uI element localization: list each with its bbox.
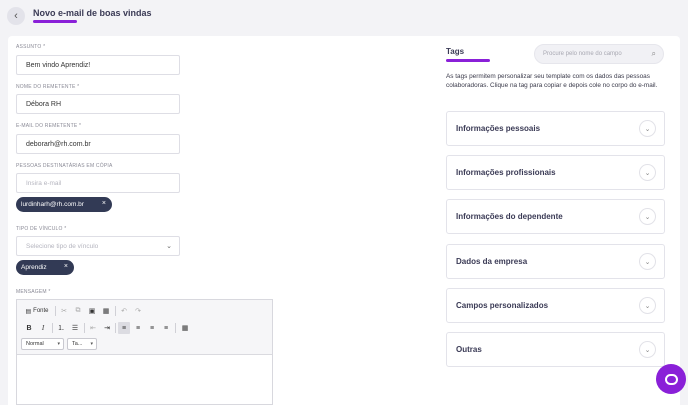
align-justify-icon[interactable]: ≡: [160, 322, 172, 334]
chevron-down-icon: ⌄: [639, 253, 656, 270]
table-icon[interactable]: ▦: [179, 322, 191, 334]
document-icon: ▤: [25, 308, 32, 315]
vinculo-chip: Aprendiz ×: [16, 260, 74, 275]
vinculo-placeholder: Selecione tipo de vínculo: [26, 242, 99, 250]
search-icon: ⌕: [651, 49, 656, 58]
copia-label: PESSOAS DESTINATÁRIAS EM CÓPIA: [16, 163, 113, 169]
redo-icon[interactable]: ↷: [132, 305, 144, 317]
chevron-left-icon: ‹: [14, 10, 18, 22]
tag-section-informacoes-pessoais[interactable]: Informações pessoais ⌄: [446, 111, 665, 146]
copia-chip: lurdinharh@rh.com.br ×: [16, 197, 112, 212]
align-left-icon[interactable]: ≡: [118, 322, 130, 334]
align-center-icon[interactable]: ≡: [132, 322, 144, 334]
caret-down-icon: ▾: [57, 341, 60, 347]
paste-text-icon[interactable]: ▦: [100, 305, 112, 317]
nome-remetente-input[interactable]: Débora RH: [16, 94, 180, 114]
italic-icon[interactable]: I: [37, 322, 49, 334]
tag-section-label: Dados da empresa: [456, 257, 528, 266]
tags-title: Tags: [446, 47, 465, 56]
toolbar-separator: [115, 306, 116, 316]
chevron-down-icon: ⌄: [639, 164, 656, 181]
tags-underline: [446, 59, 490, 62]
assunto-input[interactable]: Bem vindo Aprendiz!: [16, 55, 180, 75]
caret-down-icon: ▾: [90, 341, 93, 347]
assunto-label: ASSUNTO *: [16, 44, 46, 50]
tag-section-campos-personalizados[interactable]: Campos personalizados ⌄: [446, 288, 665, 323]
align-right-icon[interactable]: ≡: [146, 322, 158, 334]
toolbar-separator: [55, 306, 56, 316]
tag-search-input[interactable]: Procure pelo nome do campo ⌕: [534, 44, 664, 64]
bold-icon[interactable]: B: [23, 322, 35, 334]
tag-section-label: Informações profissionais: [456, 168, 556, 177]
tags-description: As tags permitem personalizar seu templa…: [446, 73, 658, 89]
size-select-value: Ta...: [72, 341, 83, 347]
outdent-icon[interactable]: ⇤: [87, 322, 99, 334]
mensagem-label: MENSAGEM *: [16, 289, 51, 295]
toolbar-separator: [52, 323, 53, 333]
chevron-down-icon: ⌄: [639, 120, 656, 137]
remove-chip-icon[interactable]: ×: [64, 263, 68, 270]
tag-section-label: Informações do dependente: [456, 212, 563, 221]
bulleted-list-icon[interactable]: ☰: [69, 322, 81, 334]
numbered-list-icon[interactable]: ⒈: [55, 322, 67, 334]
title-underline: [33, 20, 77, 23]
message-editor[interactable]: ▤ Fonte ✂ ⧉ ▣ ▦ ↶ ↷ B I ⒈ ☰ ⇤ ⇥ ≡ ≡ ≡ ≡ …: [16, 299, 273, 405]
chevron-down-icon: ⌄: [639, 208, 656, 225]
tag-section-outras[interactable]: Outras ⌄: [446, 332, 665, 367]
source-label: Fonte: [33, 308, 49, 314]
email-remetente-input[interactable]: deborarh@rh.com.br: [16, 134, 180, 154]
back-button[interactable]: ‹: [7, 7, 25, 25]
paste-icon[interactable]: ▣: [86, 305, 98, 317]
toolbar-separator: [84, 323, 85, 333]
chevron-down-icon: ⌄: [166, 243, 172, 250]
undo-icon[interactable]: ↶: [118, 305, 130, 317]
tag-section-informacoes-profissionais[interactable]: Informações profissionais ⌄: [446, 155, 665, 190]
format-select-value: Normal: [26, 341, 44, 347]
format-select[interactable]: Normal ▾: [21, 338, 64, 350]
editor-toolbar: ▤ Fonte ✂ ⧉ ▣ ▦ ↶ ↷ B I ⒈ ☰ ⇤ ⇥ ≡ ≡ ≡ ≡ …: [17, 300, 272, 355]
vinculo-select[interactable]: Selecione tipo de vínculo ⌄: [16, 236, 180, 256]
nome-remetente-label: NOME DO REMETENTE *: [16, 84, 80, 90]
copia-email-input[interactable]: Insira e-mail: [16, 173, 180, 193]
toolbar-separator: [175, 323, 176, 333]
chat-button[interactable]: [656, 364, 686, 394]
copy-icon[interactable]: ⧉: [72, 305, 84, 317]
chip-label: lurdinharh@rh.com.br: [21, 201, 84, 208]
toolbar-separator: [115, 323, 116, 333]
vinculo-label: TIPO DE VÍNCULO *: [16, 226, 67, 232]
size-select[interactable]: Ta... ▾: [67, 338, 97, 350]
tag-search-placeholder: Procure pelo nome do campo: [543, 51, 622, 57]
page-title: Novo e-mail de boas vindas: [33, 8, 152, 18]
tag-section-label: Outras: [456, 345, 482, 354]
tag-section-label: Informações pessoais: [456, 124, 541, 133]
page-header: ‹ Novo e-mail de boas vindas: [0, 0, 688, 34]
chevron-down-icon: ⌄: [639, 341, 656, 358]
cut-icon[interactable]: ✂: [58, 305, 70, 317]
chevron-down-icon: ⌄: [639, 297, 656, 314]
tag-section-informacoes-dependente[interactable]: Informações do dependente ⌄: [446, 199, 665, 234]
chat-bubble-icon: [664, 373, 678, 385]
tag-section-label: Campos personalizados: [456, 301, 549, 310]
email-remetente-label: E-MAIL DO REMETENTE *: [16, 123, 82, 129]
tag-section-dados-empresa[interactable]: Dados da empresa ⌄: [446, 244, 665, 279]
indent-icon[interactable]: ⇥: [101, 322, 113, 334]
source-button[interactable]: ▤ Fonte: [23, 305, 51, 317]
remove-chip-icon[interactable]: ×: [102, 200, 106, 207]
chip-label: Aprendiz: [21, 264, 47, 271]
